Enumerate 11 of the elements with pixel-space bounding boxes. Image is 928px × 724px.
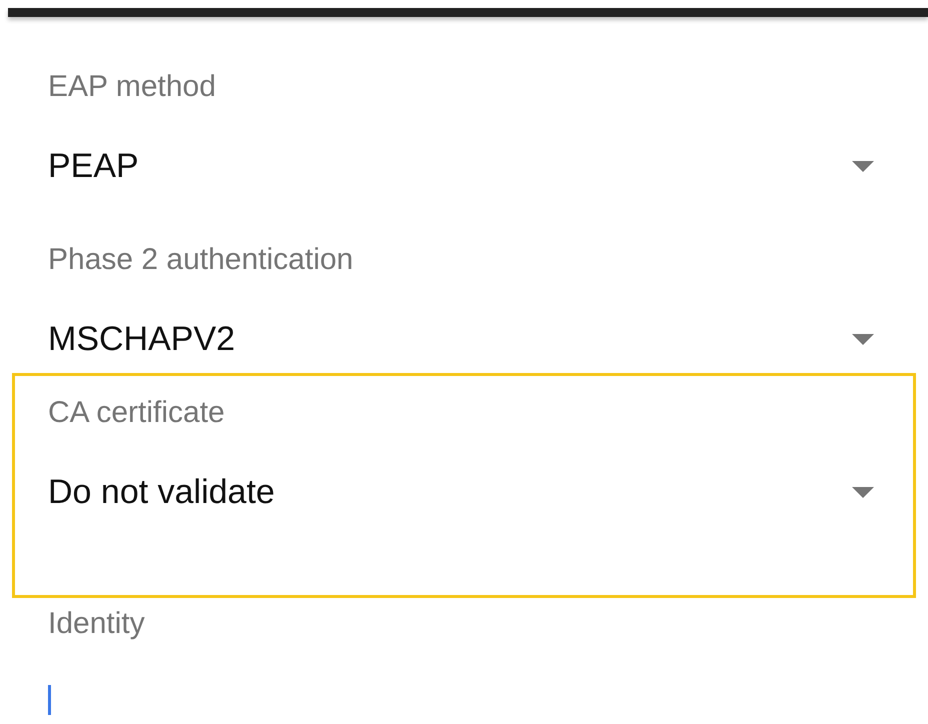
dropdown-value[interactable]: MSCHAPV2 [48, 319, 236, 359]
dropdown-value[interactable]: Do not validate [48, 472, 275, 512]
field-label: CA certificate [48, 396, 226, 430]
field-label: EAP method [48, 70, 217, 104]
dropdown-value[interactable]: PEAP [48, 146, 139, 186]
text-cursor [48, 685, 51, 715]
field-label: Phase 2 authentication [48, 243, 354, 277]
dropdown-arrow-icon[interactable] [852, 160, 874, 172]
dropdown-arrow-icon[interactable] [852, 334, 874, 344]
dropdown-arrow-icon[interactable] [852, 486, 874, 498]
field-label: Identity [48, 607, 146, 641]
